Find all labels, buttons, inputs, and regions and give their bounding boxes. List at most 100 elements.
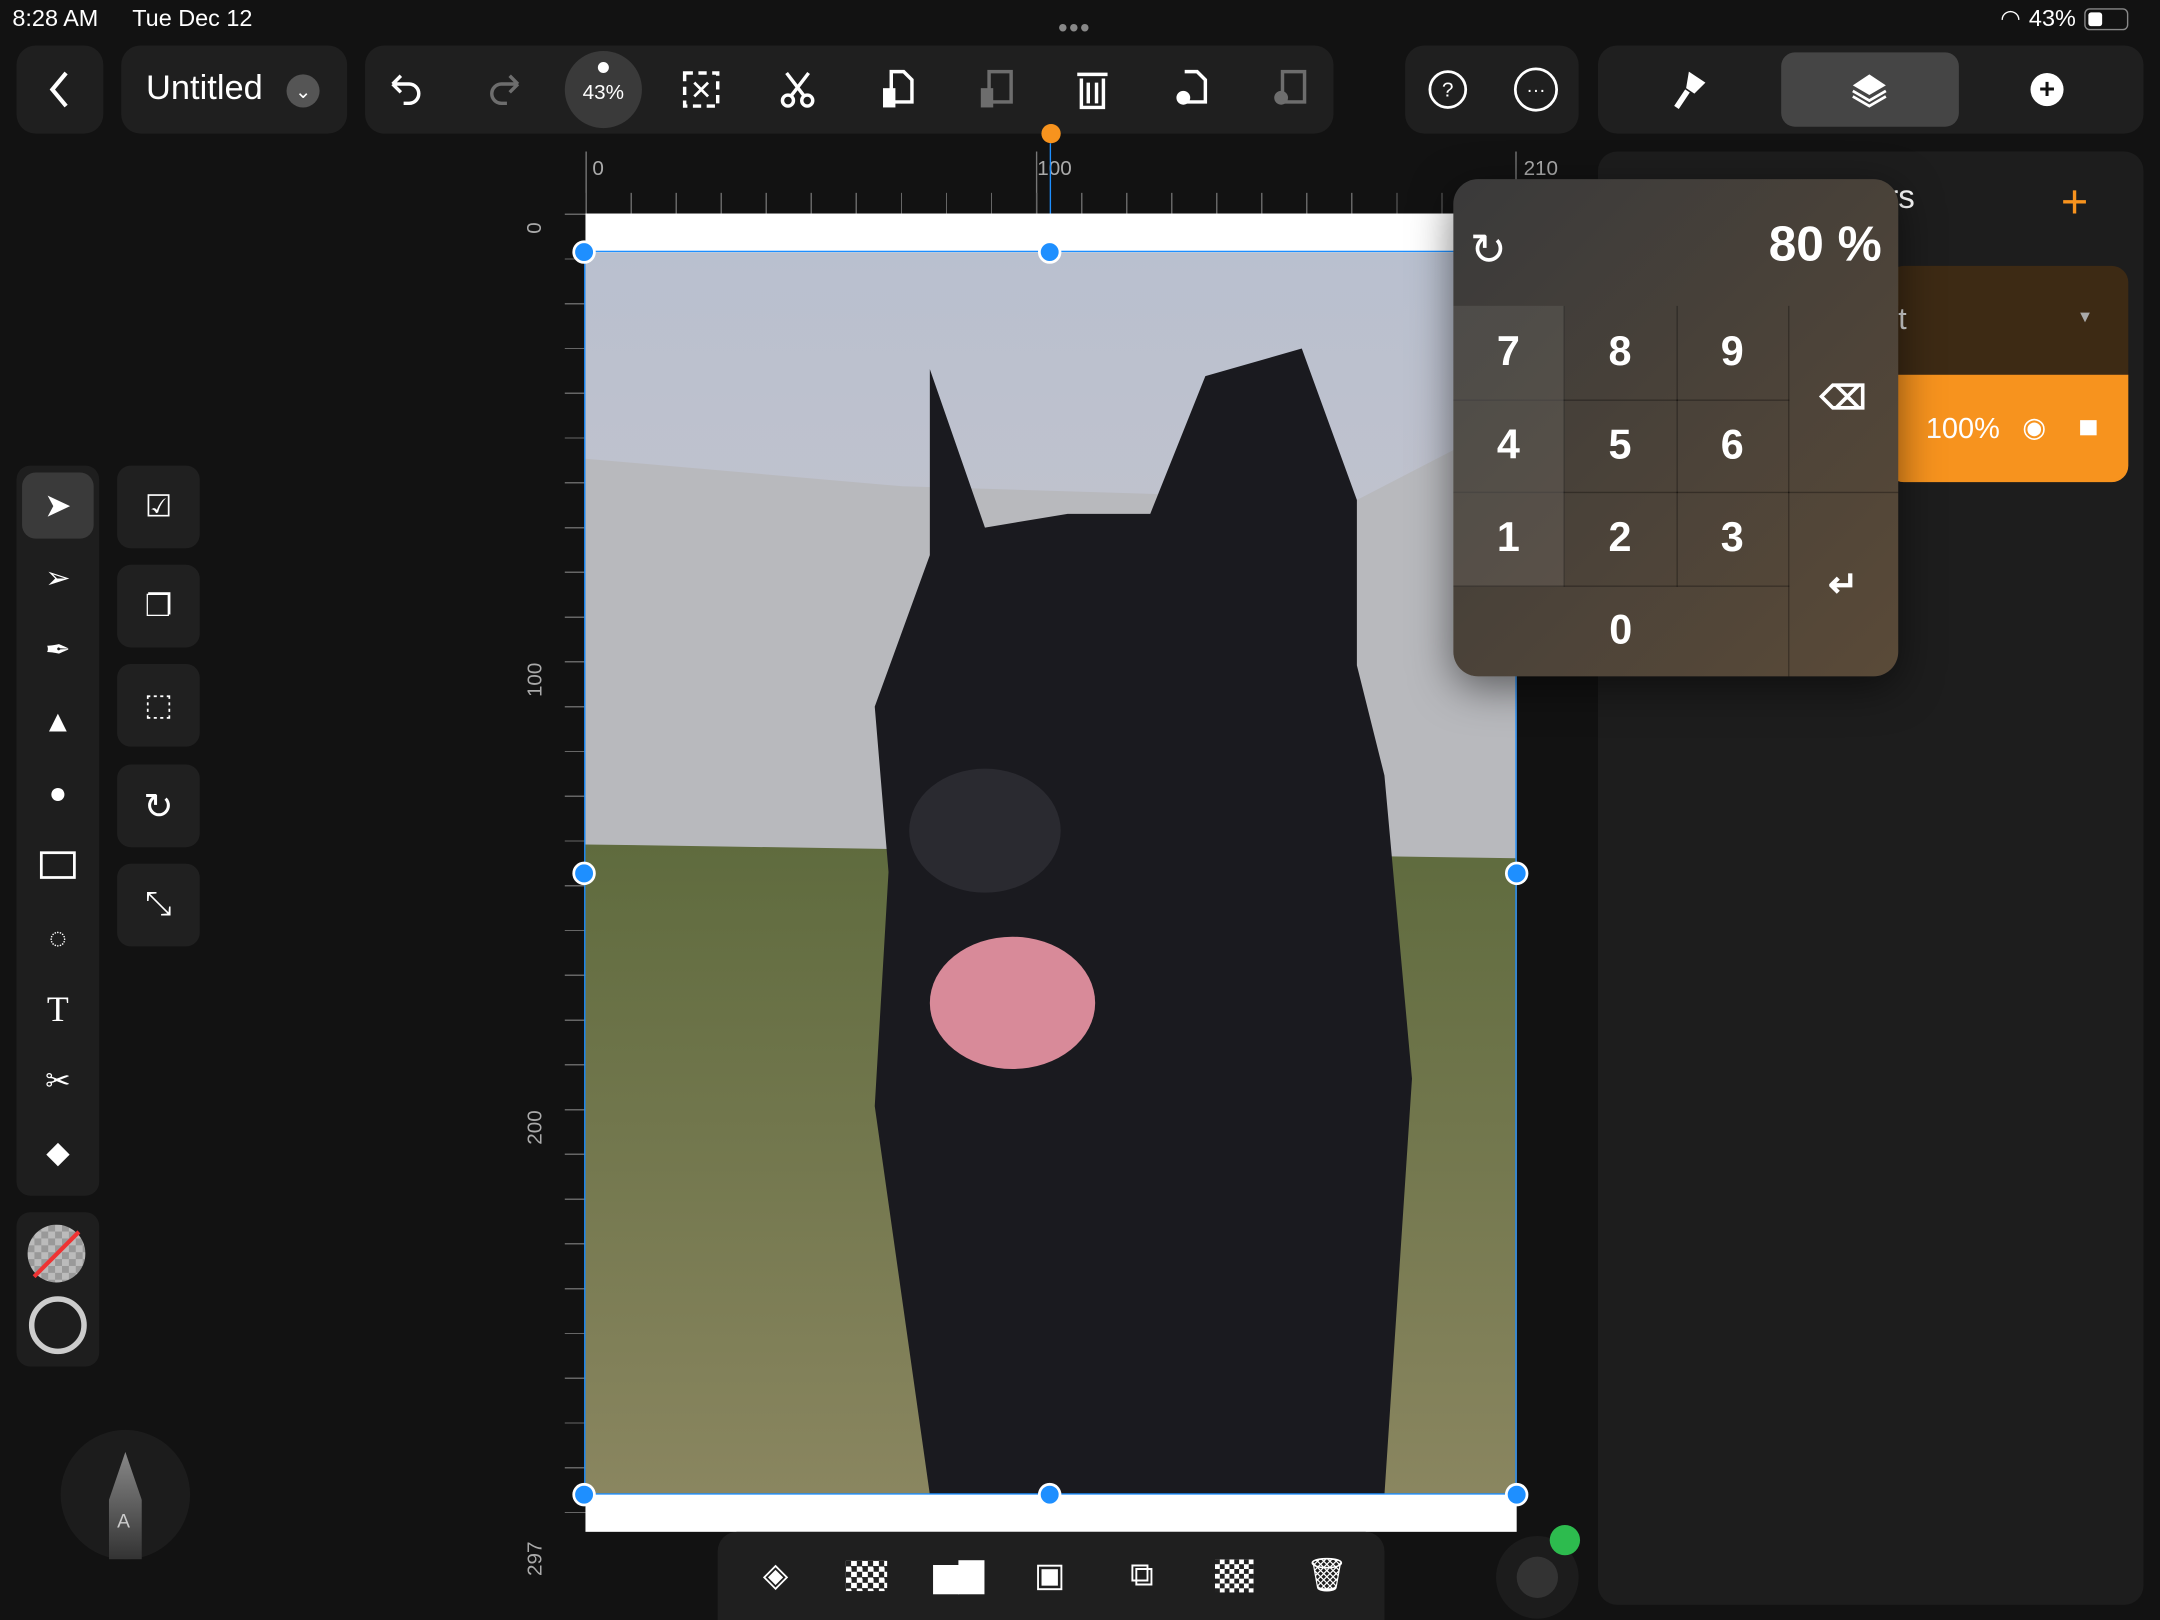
key-6[interactable]: 6	[1676, 399, 1790, 494]
move-tool[interactable]: ➤	[22, 472, 94, 539]
resize-handle[interactable]	[572, 1482, 596, 1507]
app-root: 8:28 AM Tue Dec 12 ••• ◠ 43% Untitled ⌄ …	[0, 0, 2160, 1620]
ruler-label: 297	[523, 1541, 547, 1576]
unlock-icon[interactable]	[2080, 420, 2097, 436]
resize-handle[interactable]	[1504, 1482, 1529, 1507]
select-button[interactable]: ⬚	[117, 663, 200, 747]
zoom-level: 43%	[582, 81, 625, 105]
ruler-label: 200	[523, 1110, 547, 1145]
reset-icon[interactable]: ↻	[1470, 223, 1507, 275]
fill-tool[interactable]: ◌	[22, 905, 94, 971]
document-title: Untitled	[146, 68, 263, 108]
knife-tool[interactable]: ✂	[22, 1048, 94, 1114]
brush-icon[interactable]	[1672, 69, 1708, 110]
ruler-label: 210	[1523, 157, 1559, 181]
help-icon[interactable]: ?	[1428, 70, 1468, 109]
pencil-tool[interactable]: ▲	[22, 689, 94, 755]
redo-icon[interactable]	[485, 72, 524, 108]
key-7[interactable]: 7	[1453, 305, 1565, 401]
multitasking-dots[interactable]: •••	[1058, 14, 1091, 46]
resize-icon: ⤡	[145, 885, 172, 923]
brush-tool-icon: ●	[48, 775, 68, 810]
scale-button[interactable]: ⤡	[117, 863, 200, 947]
enter-key[interactable]: ↵	[1788, 492, 1899, 677]
key-5[interactable]: 5	[1563, 399, 1678, 494]
back-button[interactable]	[16, 45, 104, 134]
status-right: ◠ 43%	[2000, 5, 2129, 34]
zoom-control[interactable]: 43%	[564, 50, 642, 129]
backspace-icon: ⌫	[1819, 380, 1867, 418]
arrow-icon: ➤	[43, 486, 72, 525]
select-icon: ⬚	[144, 687, 173, 722]
key-9[interactable]: 9	[1676, 305, 1790, 401]
copy-button[interactable]: ❐	[117, 564, 200, 648]
deselect-icon[interactable]	[682, 70, 721, 109]
layer-row-selected[interactable]: 100% ◉	[1887, 374, 2129, 483]
ruler-label: 100	[523, 662, 547, 698]
node-tool[interactable]: ➢	[22, 546, 94, 612]
eye-icon[interactable]: ◉	[2022, 411, 2046, 445]
duplicate-icon[interactable]	[1174, 69, 1210, 110]
edit-toolbar: 43%	[365, 45, 1334, 134]
horizontal-ruler[interactable]: 0 100 210	[585, 151, 1558, 214]
resize-handle[interactable]	[1037, 240, 1062, 264]
color-panel	[16, 1212, 100, 1367]
battery-percent: 43%	[2028, 5, 2076, 32]
pencil-label: A	[117, 1509, 130, 1532]
key-0[interactable]: 0	[1453, 585, 1790, 677]
ruler-label: 0	[523, 222, 547, 234]
image-icon[interactable]: ▣	[1034, 1556, 1065, 1596]
eraser-icon: ◆	[46, 1135, 70, 1170]
layers-icon[interactable]: ◈	[763, 1556, 788, 1596]
key-1[interactable]: 1	[1453, 491, 1565, 587]
clipboard-check-icon: ☑	[144, 489, 173, 524]
rectangle-tool[interactable]	[22, 832, 94, 898]
mask-icon[interactable]	[1214, 1559, 1254, 1593]
key-8[interactable]: 8	[1563, 305, 1678, 401]
layer-opacity: 100%	[1925, 413, 2000, 445]
key-3[interactable]: 3	[1676, 491, 1790, 587]
resize-handle[interactable]	[572, 861, 596, 886]
wifi-icon: ◠	[2000, 5, 2021, 32]
add-layer-button[interactable]: +	[2061, 176, 2088, 230]
chevron-left-icon	[45, 69, 73, 110]
arrange-icon[interactable]: ▆▇	[933, 1556, 984, 1596]
undo-icon[interactable]	[387, 72, 426, 108]
document-title-button[interactable]: Untitled ⌄	[121, 45, 348, 134]
key-4[interactable]: 4	[1453, 399, 1565, 494]
eraser-tool[interactable]: ◆	[22, 1120, 94, 1186]
resize-handle[interactable]	[1504, 861, 1529, 886]
selection-box	[584, 250, 1517, 1495]
paste-style-icon[interactable]	[1271, 69, 1307, 110]
pen-tool[interactable]: ✒	[22, 617, 94, 683]
pencil-mode-button[interactable]: A	[60, 1429, 191, 1560]
copy-icon[interactable]	[880, 69, 916, 110]
ruler-label: 0	[592, 157, 604, 181]
resize-handle[interactable]	[572, 240, 596, 264]
battery-icon	[2084, 8, 2129, 31]
clipboard-button[interactable]: ☑	[117, 465, 200, 549]
pencil-tip-icon	[108, 1451, 142, 1560]
more-icon[interactable]: ···	[1513, 67, 1559, 112]
paste-icon[interactable]	[978, 69, 1014, 110]
transparency-icon[interactable]	[845, 1560, 888, 1592]
add-studio-icon[interactable]: +	[2030, 73, 2064, 107]
tab-layers[interactable]	[1781, 52, 1959, 127]
layer-group-row[interactable]: t ▾	[1887, 265, 2129, 375]
layers-icon	[1850, 70, 1889, 109]
rotate-button[interactable]: ↻	[117, 764, 200, 848]
text-tool[interactable]: T	[22, 977, 94, 1043]
ruler-guide-marker[interactable]	[1041, 123, 1061, 144]
context-toolbar: ◈ ▆▇ ▣ ⧉ 🗑	[717, 1531, 1385, 1620]
trash-icon[interactable]: 🗑	[1306, 1556, 1348, 1596]
node-arrow-icon: ➢	[45, 560, 71, 596]
brush-tool[interactable]: ●	[22, 760, 94, 826]
delete-icon[interactable]	[1076, 69, 1109, 110]
backspace-key[interactable]: ⌫	[1788, 306, 1899, 494]
resize-handle[interactable]	[1037, 1482, 1062, 1507]
cut-icon[interactable]	[778, 70, 817, 109]
crop-icon[interactable]: ⧉	[1130, 1557, 1154, 1596]
key-2[interactable]: 2	[1563, 491, 1678, 587]
stroke-swatch[interactable]	[28, 1296, 87, 1355]
fill-swatch[interactable]	[27, 1224, 86, 1283]
